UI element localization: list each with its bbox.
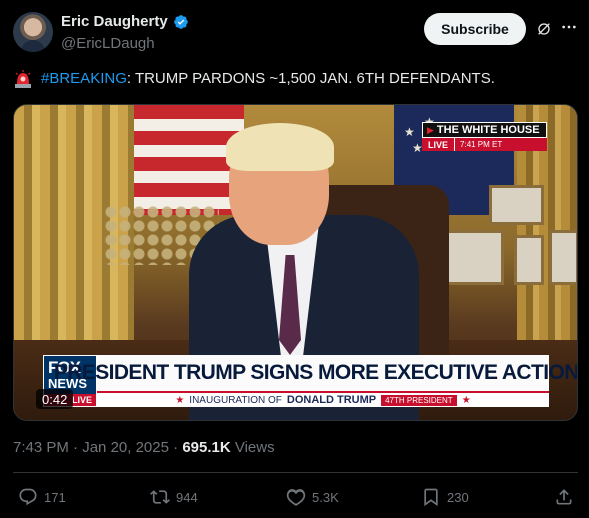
- photo-frames: [444, 185, 577, 295]
- verified-badge-icon: [173, 14, 188, 29]
- chyron-subline: ★ INAUGURATION OF DONALD TRUMP 47TH PRES…: [97, 391, 549, 407]
- tweet-date[interactable]: Jan 20, 2025: [82, 439, 169, 456]
- wh-time: 7:41 PM ET: [454, 138, 547, 151]
- repost-button[interactable]: 944: [150, 487, 198, 507]
- video-player[interactable]: ★★★ ▶THE WHITE HOUSE LIVE 7:41 PM ET FOX…: [13, 104, 578, 421]
- reply-count: 171: [44, 489, 66, 505]
- more-icon[interactable]: [561, 19, 577, 35]
- heart-icon: [286, 489, 306, 506]
- divider: [13, 472, 578, 473]
- share-icon: [556, 489, 572, 505]
- avatar[interactable]: [13, 12, 53, 52]
- chyron-sub-name: DONALD TRUMP: [286, 394, 377, 406]
- author-name-row: Eric Daugherty: [61, 13, 189, 30]
- tweet-header: Eric Daugherty @EricLDaugh Subscribe: [0, 0, 589, 62]
- wh-title: THE WHITE HOUSE: [436, 124, 540, 136]
- chyron-sub-badge: 47TH PRESIDENT: [381, 394, 457, 406]
- chyron-sub-prefix: INAUGURATION OF: [189, 394, 282, 406]
- like-count: 5.3K: [312, 489, 339, 505]
- repost-count: 944: [176, 489, 198, 505]
- subscribe-button[interactable]: Subscribe: [424, 13, 526, 45]
- white-house-live-bug: ▶ THE WHITE HOUSE LIVE 7:41 PM ET: [422, 122, 547, 152]
- video-duration-badge: 0:42: [36, 389, 74, 409]
- grok-icon[interactable]: [536, 21, 552, 37]
- repost-icon: [150, 490, 170, 504]
- like-button[interactable]: 5.3K: [286, 487, 339, 507]
- bookmark-icon: [424, 488, 438, 507]
- bookmark-count: 230: [447, 489, 469, 505]
- chyron-headline: PRESIDENT TRUMP SIGNS MORE EXECUTIVE ACT…: [54, 355, 577, 391]
- star-icon: ★: [175, 394, 185, 406]
- hashtag-link[interactable]: #BREAKING: [41, 69, 127, 89]
- wh-live-label: LIVE: [422, 138, 455, 151]
- tweet-time[interactable]: 7:43 PM: [13, 439, 69, 456]
- reply-icon: [19, 488, 37, 506]
- rotating-light-icon: [15, 70, 31, 88]
- views-count: 695.1K: [182, 439, 231, 456]
- meta-separator: ·: [73, 439, 83, 456]
- bookmark-button[interactable]: 230: [421, 487, 469, 507]
- news-chyron: FOX NEWS LIVE PRESIDENT TRUMP SIGNS MORE…: [43, 355, 577, 407]
- star-icon: ★: [461, 394, 471, 406]
- tweet-text: #BREAKING: TRUMP PARDONS ~1,500 JAN. 6TH…: [13, 69, 495, 89]
- reply-button[interactable]: 171: [18, 487, 66, 507]
- person-hair: [226, 123, 334, 171]
- author-handle[interactable]: @EricLDaugh: [61, 35, 155, 52]
- meta-separator: ·: [173, 439, 183, 456]
- play-triangle-icon: ▶: [427, 124, 434, 135]
- tweet-meta: 7:43 PM · Jan 20, 2025 · 695.1K Views: [13, 439, 275, 456]
- share-button[interactable]: [554, 487, 574, 507]
- author-display-name[interactable]: Eric Daugherty: [61, 13, 168, 30]
- action-bar: 171 944 5.3K 230: [0, 484, 589, 514]
- views-label: Views: [234, 439, 275, 456]
- tweet-body: : TRUMP PARDONS ~1,500 JAN. 6TH DEFENDAN…: [126, 70, 495, 87]
